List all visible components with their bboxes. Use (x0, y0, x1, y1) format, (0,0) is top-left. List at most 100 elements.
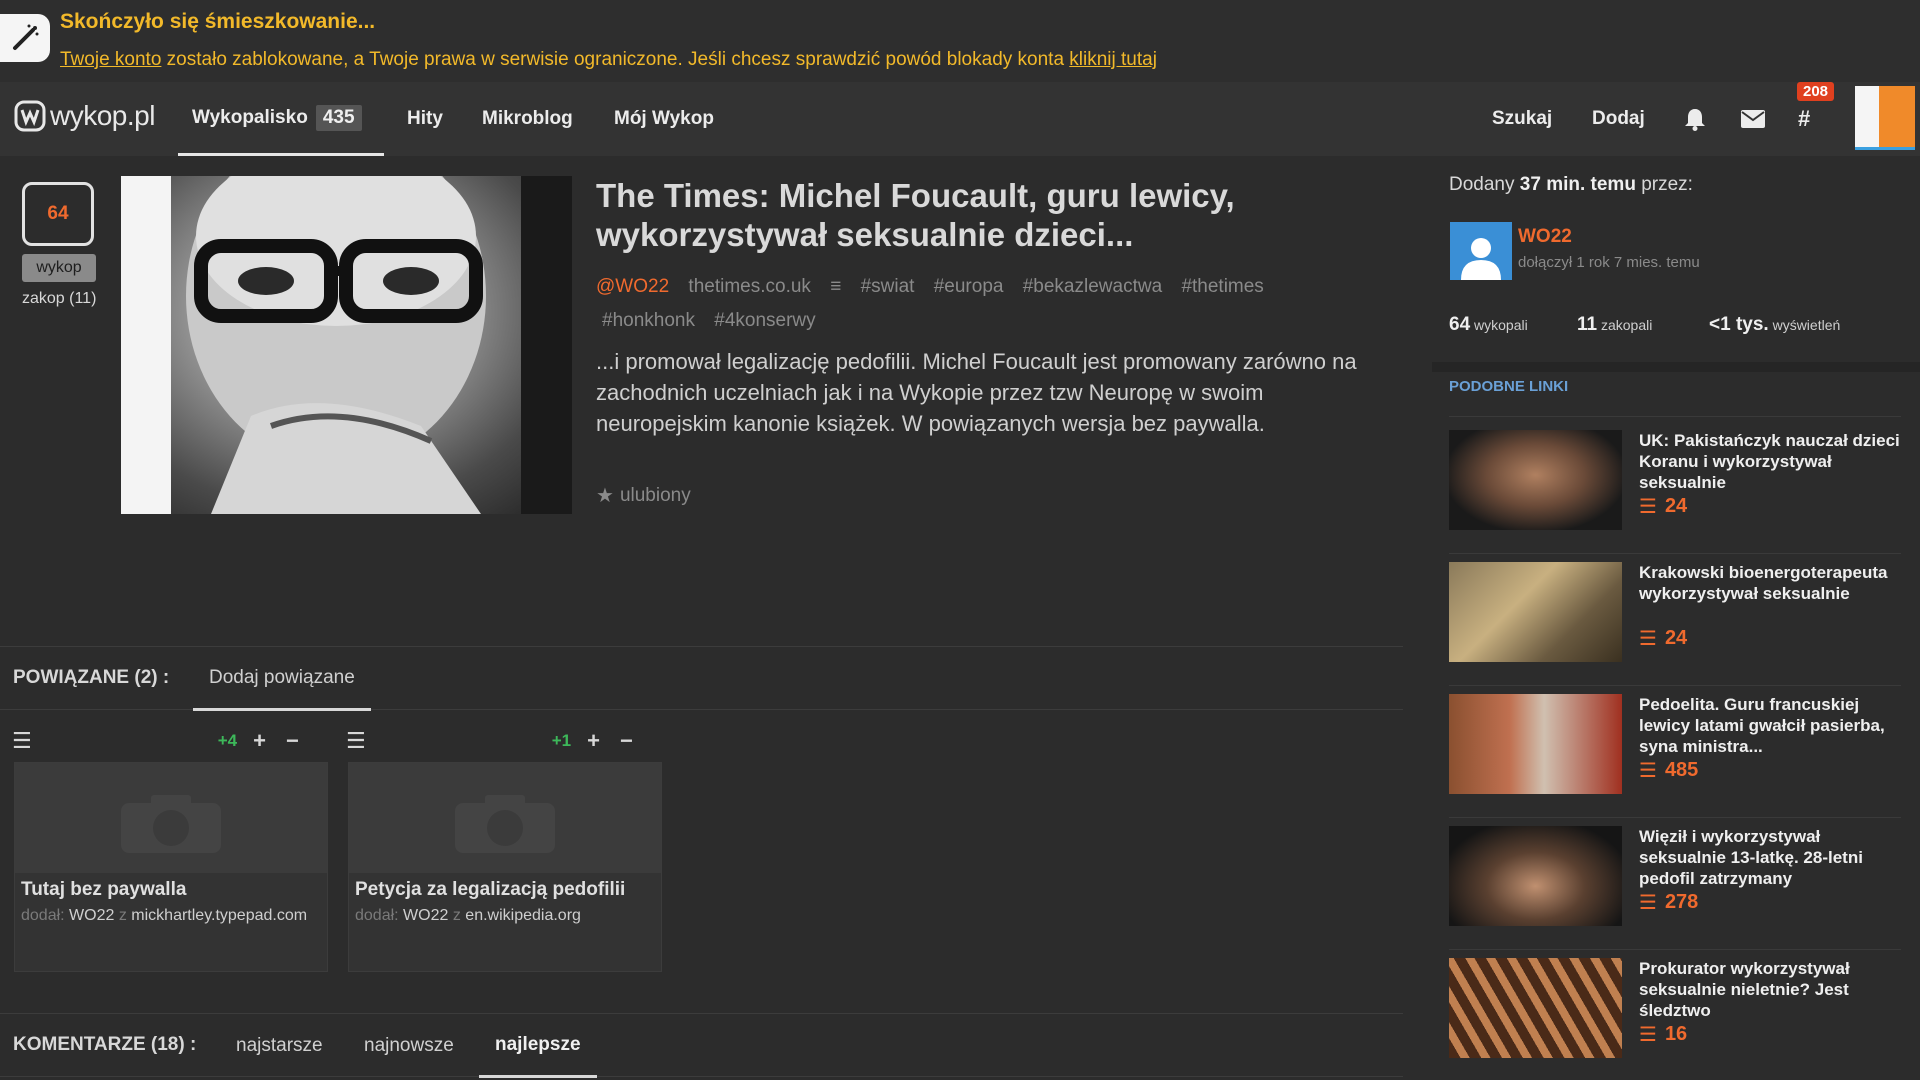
similar-item[interactable]: Więził i wykorzystywał seksualnie 13-lat… (1449, 818, 1901, 950)
tab-newest[interactable]: najnowsze (364, 1014, 454, 1078)
related-domain[interactable]: en.wikipedia.org (465, 907, 581, 924)
minus-icon[interactable]: − (286, 728, 299, 754)
comments-title: KOMENTARZE (18) : (13, 1034, 197, 1055)
tag[interactable]: #thetimes (1181, 276, 1263, 297)
mail-icon[interactable] (1741, 82, 1765, 156)
camera-placeholder-icon (455, 795, 555, 853)
tag-notification-badge: 208 (1797, 82, 1835, 101)
related-card[interactable]: Petycja za legalizacją pedofilii dodał: … (348, 762, 662, 972)
similar-item[interactable]: UK: Pakistańczyk nauczał dzieci Koranu i… (1449, 422, 1901, 554)
sidebar-divider (1432, 362, 1920, 372)
stat-zakopali: 11 zakopali (1577, 314, 1653, 335)
nav-mikroblog[interactable]: Mikroblog (482, 82, 573, 156)
tab-best[interactable]: najlepsze (479, 1014, 597, 1078)
added-by-label: dodał: (355, 907, 399, 924)
source-domain[interactable]: thetimes.co.uk (688, 276, 811, 297)
related-title-text[interactable]: Petycja za legalizacją pedofilii (355, 879, 625, 901)
minus-icon[interactable]: − (620, 728, 633, 754)
similar-item[interactable]: Pedoelita. Guru francuskiej lewicy latam… (1449, 686, 1901, 818)
similar-divider (1449, 416, 1901, 417)
similar-thumbnail (1449, 958, 1622, 1058)
user-placeholder-icon (1461, 238, 1501, 280)
related-user[interactable]: WO22 (69, 907, 114, 924)
article-meta: @WO22 thetimes.co.uk ≡ #swiat #europa #b… (596, 270, 1376, 338)
bell-icon[interactable] (1684, 82, 1706, 156)
similar-thumbnail (1449, 562, 1622, 662)
related-thumbnail (349, 763, 661, 873)
menu-icon[interactable]: ☰ (346, 728, 366, 754)
similar-item[interactable]: Prokurator wykorzystywał seksualnie niel… (1449, 950, 1901, 1080)
related-controls: ☰ +4 + − (12, 726, 322, 756)
similar-votes: ☰ 485 (1639, 759, 1699, 782)
related-header: POWIĄZANE (2) : Dodaj powiązane (0, 646, 1403, 711)
related-title-text[interactable]: Tutaj bez paywalla (21, 879, 186, 901)
from-label: z (452, 907, 461, 924)
joined-info: dołączył 1 rok 7 mies. temu (1518, 254, 1700, 271)
added-time: 37 min. temu (1519, 174, 1636, 195)
logo-text: wykop.pl (50, 100, 155, 131)
tab-oldest[interactable]: najstarsze (236, 1014, 323, 1078)
stat-views: <1 tys. wyświetleń (1709, 314, 1841, 335)
similar-title[interactable]: Więził i wykorzystywał seksualnie 13-lat… (1639, 826, 1903, 889)
similar-title[interactable]: Prokurator wykorzystywał seksualnie niel… (1639, 958, 1903, 1021)
tag[interactable]: #bekazlewactwa (1023, 276, 1162, 297)
added-suffix: przez: (1641, 174, 1693, 195)
related-title: POWIĄZANE (2) : (13, 667, 170, 688)
zakop-link[interactable]: zakop (11) (22, 290, 96, 308)
article-title[interactable]: The Times: Michel Foucault, guru lewicy,… (596, 176, 1296, 254)
tag[interactable]: #swiat (861, 276, 915, 297)
similar-votes: ☰ 24 (1639, 495, 1688, 518)
related-card[interactable]: Tutaj bez paywalla dodał: WO22 z mickhar… (14, 762, 328, 972)
article-thumbnail[interactable] (121, 176, 572, 514)
favorite-label: ulubiony (619, 484, 691, 506)
banner-message: zostało zablokowane, a Twoje prawa w ser… (161, 49, 1070, 70)
related-thumbnail (15, 763, 327, 873)
similar-votes: ☰ 16 (1639, 1023, 1688, 1046)
nav-hity[interactable]: Hity (407, 82, 443, 156)
avatar[interactable] (1450, 222, 1512, 280)
similar-title[interactable]: Krakowski bioenergoterapeuta wykorzystyw… (1639, 562, 1903, 604)
wykop-votes-icon: ☰ (1639, 628, 1657, 650)
top-nav: wykop.pl Wykopalisko 435 Hity Mikroblog … (0, 82, 1920, 156)
wykop-votes-icon: ☰ (1639, 892, 1657, 914)
author-name[interactable]: WO22 (1518, 226, 1572, 248)
added-by-label: dodał: (21, 907, 65, 924)
search-button[interactable]: Szukaj (1492, 82, 1552, 156)
menu-icon[interactable]: ☰ (12, 728, 32, 754)
related-meta: dodał: WO22 z mickhartley.typepad.com (21, 907, 307, 925)
similar-item[interactable]: Krakowski bioenergoterapeuta wykorzystyw… (1449, 554, 1901, 686)
star-icon: ★ (596, 485, 614, 507)
tag[interactable]: #europa (934, 276, 1004, 297)
user-avatar-top[interactable] (1855, 86, 1915, 150)
nav-moj-wykop[interactable]: Mój Wykop (614, 82, 714, 156)
plus-icon[interactable]: + (587, 728, 600, 754)
plus-icon[interactable]: + (253, 728, 266, 754)
logo[interactable]: wykop.pl (14, 100, 155, 132)
similar-title[interactable]: UK: Pakistańczyk nauczał dzieci Koranu i… (1639, 430, 1903, 493)
author-link[interactable]: @WO22 (596, 276, 669, 297)
similar-votes: ☰ 24 (1639, 627, 1688, 650)
nav-wykopalisko-count: 435 (315, 104, 362, 131)
related-user[interactable]: WO22 (403, 907, 448, 924)
wykop-votes-icon: ☰ (1639, 1024, 1657, 1046)
tag[interactable]: #honkhonk (602, 310, 695, 331)
ban-banner: Skończyło się śmieszkowanie... Twoje kon… (0, 0, 1920, 82)
wykop-button[interactable]: wykop (22, 254, 96, 282)
add-related-tab[interactable]: Dodaj powiązane (193, 647, 371, 711)
add-button[interactable]: Dodaj (1592, 82, 1645, 156)
from-label: z (118, 907, 127, 924)
similar-thumbnail (1449, 826, 1622, 926)
click-here-link[interactable]: kliknij tutaj (1069, 49, 1157, 70)
favorite-button[interactable]: ★ ulubiony (596, 483, 691, 508)
similar-title[interactable]: Pedoelita. Guru francuskiej lewicy latam… (1639, 694, 1903, 757)
comments-header: KOMENTARZE (18) : najstarsze najnowsze n… (0, 1013, 1403, 1078)
related-vote-count: +4 (217, 731, 238, 750)
nav-wykopalisko[interactable]: Wykopalisko 435 (178, 82, 384, 156)
related-domain[interactable]: mickhartley.typepad.com (131, 907, 307, 924)
vote-count: 64 (22, 182, 94, 246)
list-icon[interactable]: ≡ (830, 276, 841, 297)
account-link[interactable]: Twoje konto (60, 49, 161, 70)
banner-title: Skończyło się śmieszkowanie... (60, 10, 376, 33)
tag[interactable]: #4konserwy (714, 310, 815, 331)
wykop-votes-icon: ☰ (1639, 496, 1657, 518)
